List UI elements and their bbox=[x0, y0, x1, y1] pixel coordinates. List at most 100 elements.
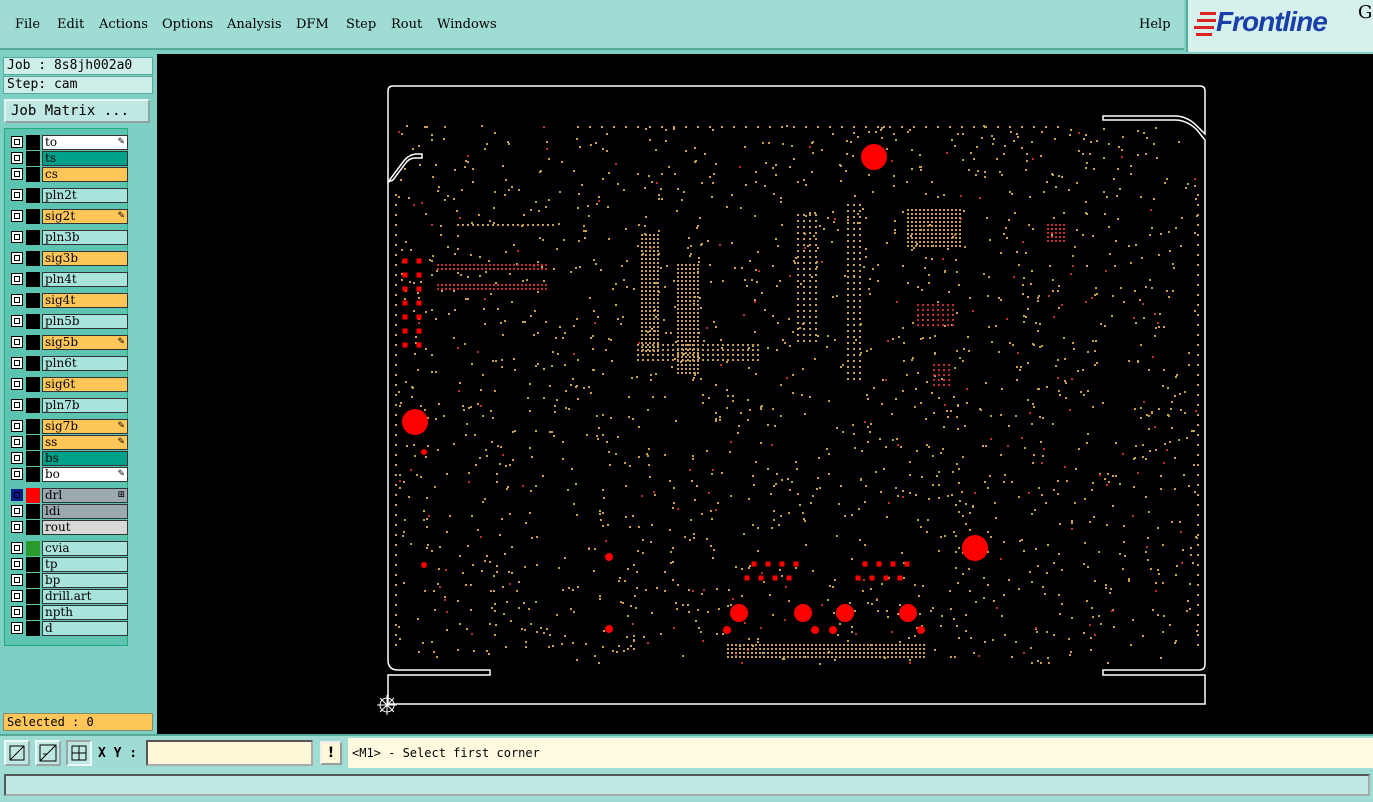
layer-checkbox[interactable] bbox=[11, 489, 23, 501]
layer-color-swatch[interactable] bbox=[26, 356, 40, 371]
layer-name[interactable]: ss ✎ bbox=[42, 435, 128, 450]
menu-actions[interactable]: Actions bbox=[99, 17, 148, 32]
layer-color-swatch[interactable] bbox=[26, 467, 40, 482]
layer-color-swatch[interactable] bbox=[26, 504, 40, 519]
layer-name[interactable]: sig5b ✎ bbox=[42, 335, 128, 350]
layer-color-swatch[interactable] bbox=[26, 541, 40, 556]
layer-name[interactable]: sig4t bbox=[42, 293, 128, 308]
layer-row-bo[interactable]: bo ✎ bbox=[9, 467, 128, 482]
layer-color-swatch[interactable] bbox=[26, 589, 40, 604]
menu-dfm[interactable]: DFM bbox=[296, 17, 329, 32]
layer-color-swatch[interactable] bbox=[26, 557, 40, 572]
layer-checkbox[interactable] bbox=[11, 436, 23, 448]
menu-options[interactable]: Options bbox=[162, 17, 213, 32]
layer-color-swatch[interactable] bbox=[26, 377, 40, 392]
exclamation-button[interactable]: ! bbox=[320, 741, 342, 765]
layer-name[interactable]: pln2t bbox=[42, 188, 128, 203]
layer-row-npth[interactable]: npth bbox=[9, 605, 128, 620]
layer-row-pln3b[interactable]: pln3b bbox=[9, 230, 128, 245]
layer-row-tp[interactable]: tp bbox=[9, 557, 128, 572]
layer-name[interactable]: sig2t ✎ bbox=[42, 209, 128, 224]
layer-checkbox[interactable] bbox=[11, 378, 23, 390]
layer-row-sig6t[interactable]: sig6t bbox=[9, 377, 128, 392]
layer-checkbox[interactable] bbox=[11, 622, 23, 634]
xy-input[interactable] bbox=[146, 740, 313, 766]
layer-color-swatch[interactable] bbox=[26, 314, 40, 329]
layer-color-swatch[interactable] bbox=[26, 251, 40, 266]
menu-analysis[interactable]: Analysis bbox=[227, 17, 282, 32]
zoom-window-button[interactable] bbox=[4, 740, 30, 766]
menu-step[interactable]: Step bbox=[346, 17, 376, 32]
layer-name[interactable]: d bbox=[42, 621, 128, 636]
layer-name[interactable]: drill.art bbox=[42, 589, 128, 604]
layer-checkbox[interactable] bbox=[11, 521, 23, 533]
layer-checkbox[interactable] bbox=[11, 210, 23, 222]
layer-row-sig4t[interactable]: sig4t bbox=[9, 293, 128, 308]
layer-row-drl[interactable]: drl ⊞ bbox=[9, 488, 128, 503]
layer-name[interactable]: pln7b bbox=[42, 398, 128, 413]
layer-row-pln4t[interactable]: pln4t bbox=[9, 272, 128, 287]
layer-checkbox[interactable] bbox=[11, 294, 23, 306]
layer-name[interactable]: ldi bbox=[42, 504, 128, 519]
layer-row-drill-art[interactable]: drill.art bbox=[9, 589, 128, 604]
layer-name[interactable]: bo ✎ bbox=[42, 467, 128, 482]
layer-row-cs[interactable]: cs bbox=[9, 167, 128, 182]
layer-checkbox[interactable] bbox=[11, 452, 23, 464]
layer-color-swatch[interactable] bbox=[26, 398, 40, 413]
zoom-measure-button[interactable] bbox=[35, 740, 61, 766]
menu-windows[interactable]: Windows bbox=[437, 17, 497, 32]
layer-checkbox[interactable] bbox=[11, 252, 23, 264]
layer-row-ts[interactable]: ts bbox=[9, 151, 128, 166]
layer-checkbox[interactable] bbox=[11, 136, 23, 148]
layer-row-ldi[interactable]: ldi bbox=[9, 504, 128, 519]
layer-color-swatch[interactable] bbox=[26, 209, 40, 224]
layer-row-sig3b[interactable]: sig3b bbox=[9, 251, 128, 266]
layer-name[interactable]: cs bbox=[42, 167, 128, 182]
layer-name[interactable]: npth bbox=[42, 605, 128, 620]
layer-checkbox[interactable] bbox=[11, 574, 23, 586]
layer-checkbox[interactable] bbox=[11, 420, 23, 432]
layer-row-cvia[interactable]: cvia bbox=[9, 541, 128, 556]
layer-checkbox[interactable] bbox=[11, 231, 23, 243]
layer-checkbox[interactable] bbox=[11, 273, 23, 285]
snap-grid-button[interactable] bbox=[66, 740, 92, 766]
layer-row-to[interactable]: to ✎ bbox=[9, 135, 128, 150]
layer-checkbox[interactable] bbox=[11, 606, 23, 618]
layer-row-rout[interactable]: rout bbox=[9, 520, 128, 535]
layer-checkbox[interactable] bbox=[11, 505, 23, 517]
pcb-board-view[interactable] bbox=[157, 54, 1373, 734]
layer-color-swatch[interactable] bbox=[26, 335, 40, 350]
menu-rout[interactable]: Rout bbox=[391, 17, 422, 32]
layer-name[interactable]: sig6t bbox=[42, 377, 128, 392]
layer-checkbox[interactable] bbox=[11, 189, 23, 201]
layer-name[interactable]: tp bbox=[42, 557, 128, 572]
layer-color-swatch[interactable] bbox=[26, 605, 40, 620]
layer-name[interactable]: to ✎ bbox=[42, 135, 128, 150]
layer-color-swatch[interactable] bbox=[26, 435, 40, 450]
layer-checkbox[interactable] bbox=[11, 590, 23, 602]
layer-color-swatch[interactable] bbox=[26, 230, 40, 245]
layer-name[interactable]: sig3b bbox=[42, 251, 128, 266]
menu-file[interactable]: File bbox=[15, 17, 40, 32]
menu-help[interactable]: Help bbox=[1139, 17, 1171, 32]
layer-row-ss[interactable]: ss ✎ bbox=[9, 435, 128, 450]
layer-name[interactable]: bs bbox=[42, 451, 128, 466]
layer-checkbox[interactable] bbox=[11, 315, 23, 327]
layer-name[interactable]: pln6t bbox=[42, 356, 128, 371]
layer-row-pln7b[interactable]: pln7b bbox=[9, 398, 128, 413]
layer-color-swatch[interactable] bbox=[26, 621, 40, 636]
layer-checkbox[interactable] bbox=[11, 336, 23, 348]
layer-checkbox[interactable] bbox=[11, 168, 23, 180]
layer-name[interactable]: sig7b ✎ bbox=[42, 419, 128, 434]
layer-color-swatch[interactable] bbox=[26, 520, 40, 535]
layer-row-pln6t[interactable]: pln6t bbox=[9, 356, 128, 371]
layer-row-pln2t[interactable]: pln2t bbox=[9, 188, 128, 203]
layer-row-bp[interactable]: bp bbox=[9, 573, 128, 588]
layer-checkbox[interactable] bbox=[11, 357, 23, 369]
layer-color-swatch[interactable] bbox=[26, 573, 40, 588]
layer-checkbox[interactable] bbox=[11, 468, 23, 480]
layer-row-sig5b[interactable]: sig5b ✎ bbox=[9, 335, 128, 350]
job-matrix-button[interactable]: Job Matrix ... bbox=[4, 99, 150, 123]
layer-checkbox[interactable] bbox=[11, 152, 23, 164]
layer-row-d[interactable]: d bbox=[9, 621, 128, 636]
